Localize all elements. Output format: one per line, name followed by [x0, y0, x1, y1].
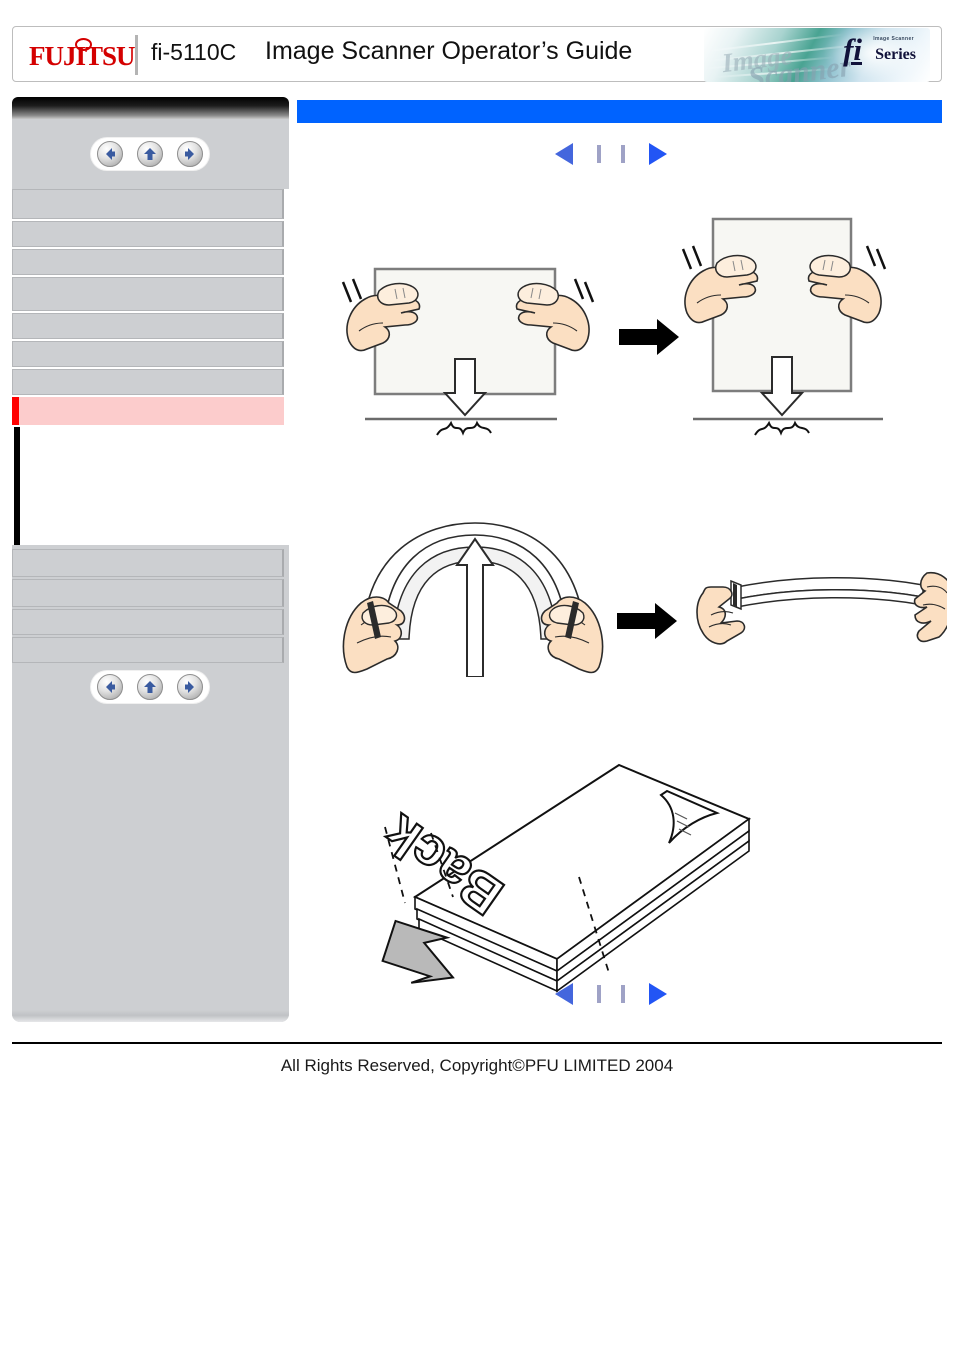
triangle-left-icon[interactable] [555, 983, 573, 1005]
bar-icon[interactable] [597, 985, 601, 1003]
sidebar-bottom-cap [12, 1010, 289, 1022]
fujitsu-wordmark: FUJITSU [29, 41, 136, 71]
sidebar-lower-item-3[interactable] [12, 637, 284, 663]
figure-fan-documents [327, 517, 954, 678]
section-color-bar [297, 100, 942, 123]
figure-stack-back-side: Back [357, 747, 917, 997]
triangle-left-icon[interactable] [555, 143, 573, 165]
arrow-right-icon [185, 148, 194, 160]
bar-icon[interactable] [621, 985, 625, 1003]
fujitsu-logo: FUJITSU [29, 37, 136, 71]
footer-divider [12, 1042, 942, 1044]
triangle-right-icon[interactable] [649, 143, 667, 165]
expanded-section-marker [14, 427, 20, 545]
sidebar-item-4[interactable] [12, 313, 284, 339]
up-button-bottom[interactable] [137, 674, 163, 700]
sidebar-nav-buttons-top [91, 138, 209, 170]
sidebar-nav-panel [12, 119, 289, 189]
bend-stack-panel [342, 522, 604, 678]
sidebar [12, 97, 289, 1022]
back-button[interactable] [97, 141, 123, 167]
copyright-notice: All Rights Reserved, Copyright©PFU LIMIT… [280, 1056, 674, 1075]
main-content: Back [297, 97, 954, 1022]
triangle-right-icon[interactable] [649, 983, 667, 1005]
arrow-left-icon [106, 148, 115, 160]
sidebar-lower-panel [12, 545, 289, 1022]
up-button[interactable] [137, 141, 163, 167]
sidebar-expanded-section [12, 427, 289, 545]
sidebar-item-6[interactable] [12, 369, 284, 395]
page-header: FUJITSU fi-5110C Image Scanner Operator’… [12, 26, 942, 82]
sidebar-item-3[interactable] [12, 277, 284, 311]
arrow-left-icon [106, 681, 115, 693]
sidebar-item-5[interactable] [12, 341, 284, 367]
bar-icon[interactable] [621, 145, 625, 163]
landscape-tap-panel [341, 267, 595, 436]
sidebar-lower-item-1[interactable] [12, 579, 284, 607]
page-nav-top [555, 141, 667, 167]
forward-button-bottom[interactable] [177, 674, 203, 700]
page-nav-bottom [555, 981, 667, 1007]
sidebar-item-1[interactable] [12, 221, 284, 247]
current-item-marker [12, 397, 19, 425]
sidebar-lower-item-0[interactable] [12, 549, 284, 577]
black-arrow-right-icon [619, 319, 679, 355]
sidebar-lower-item-2[interactable] [12, 609, 284, 635]
black-arrow-right-icon [617, 603, 677, 639]
sidebar-nav-buttons-bottom [91, 671, 209, 703]
arrow-right-icon [185, 681, 194, 693]
bar-icon[interactable] [597, 145, 601, 163]
fi-logo-tagline: Image Scanner [873, 36, 914, 42]
release-stack-panel [696, 571, 954, 645]
sidebar-top-cap [12, 97, 289, 119]
forward-button[interactable] [177, 141, 203, 167]
portrait-tap-panel [681, 217, 887, 436]
sidebar-item-2[interactable] [12, 249, 284, 275]
page-title: Image Scanner Operator’s Guide [265, 37, 633, 65]
figure-align-edges [327, 207, 947, 442]
fi-series-banner: Image Scanner Image Scanner fi Series [704, 28, 930, 82]
back-button-bottom[interactable] [97, 674, 123, 700]
model-name: fi-5110C [151, 39, 237, 65]
fi-logo-series: Series [875, 46, 916, 63]
fi-logo-mark: fi [843, 32, 862, 67]
arrow-up-icon [144, 681, 156, 693]
sidebar-item-7[interactable] [12, 397, 284, 425]
sidebar-item-0[interactable] [12, 189, 284, 219]
arrow-up-icon [144, 148, 156, 160]
header-divider [135, 35, 138, 75]
